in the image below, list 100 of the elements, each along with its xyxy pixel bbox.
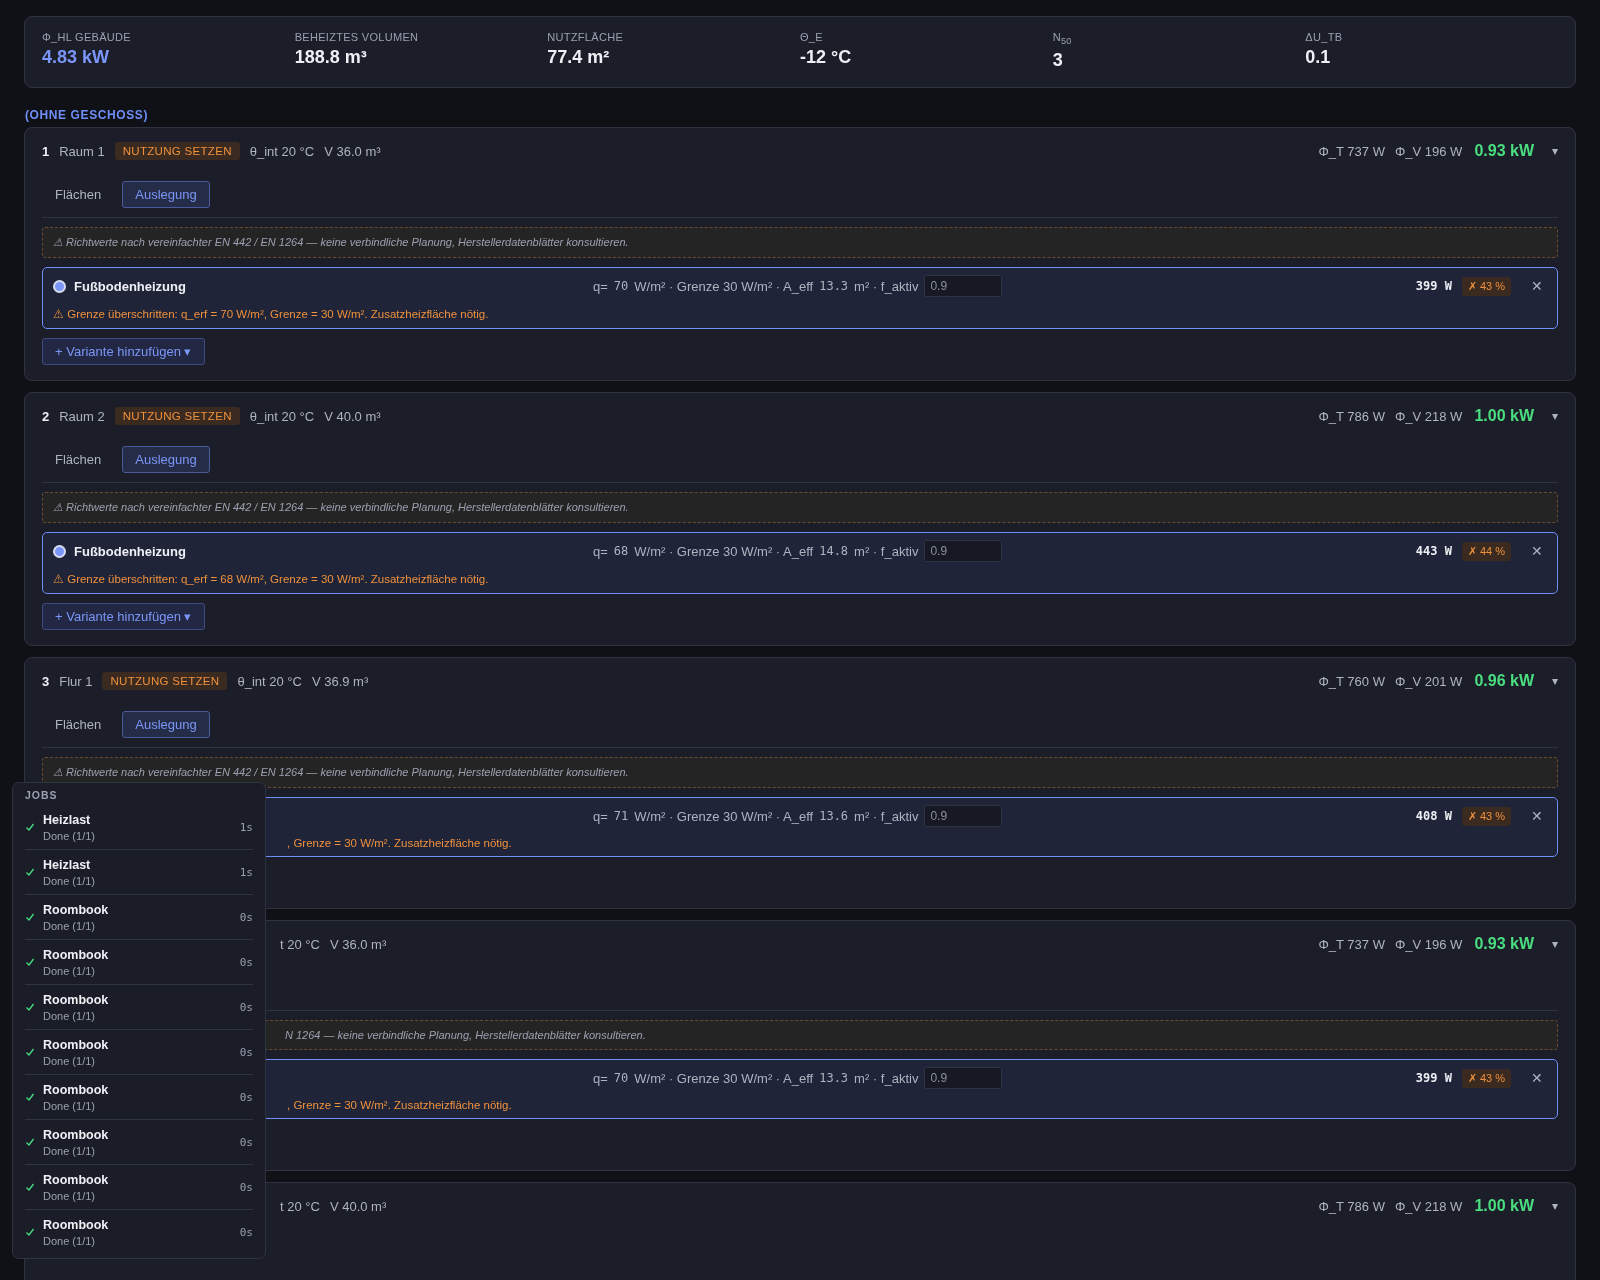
info-text: N 1264 — keine verbindliche Planung, Herstellerdatenblätter konsultieren. bbox=[285, 1029, 646, 1042]
expand-toggle[interactable]: ▾ bbox=[1544, 1199, 1558, 1214]
ventilation-loss: Φ_V 218 W bbox=[1394, 408, 1463, 424]
transmission-loss: Φ_T 760 W bbox=[1318, 673, 1385, 689]
limit-text: W/m² · Grenze 30 W/m² · A_eff bbox=[634, 808, 814, 824]
room-number: 3 bbox=[42, 673, 50, 689]
stat-label: NUTZFLÄCHE bbox=[547, 31, 625, 43]
room-heat-load: 1.00 kW bbox=[1474, 407, 1534, 426]
job-status: Done (1/1) bbox=[43, 874, 96, 887]
close-button[interactable]: ✕ bbox=[1527, 808, 1547, 825]
room-heat-load: 0.93 kW bbox=[1474, 935, 1534, 954]
job-status: Done (1/1) bbox=[43, 1099, 96, 1112]
expand-toggle[interactable]: ▾ bbox=[1544, 409, 1558, 424]
radio-button[interactable] bbox=[53, 544, 66, 558]
usage-button[interactable]: NUTZUNG SETZEN bbox=[114, 142, 240, 161]
close-button[interactable]: ✕ bbox=[1527, 278, 1547, 295]
usage-button[interactable]: NUTZUNG SETZEN bbox=[114, 407, 240, 426]
usage-button[interactable]: NUTZUNG SETZEN bbox=[102, 672, 228, 691]
check-icon bbox=[25, 1002, 35, 1012]
job-status: Done (1/1) bbox=[43, 829, 96, 842]
area-value: 13.3 bbox=[819, 1071, 849, 1086]
room-temperature: t 20 °C bbox=[280, 936, 320, 952]
tab[interactable]: Flächen bbox=[42, 180, 115, 208]
room-heat-load: 0.96 kW bbox=[1474, 672, 1534, 691]
limit-text: W/m² · Grenze 30 W/m² · A_eff bbox=[634, 543, 814, 559]
room-number: 2 bbox=[42, 408, 50, 424]
expand-toggle[interactable]: ▾ bbox=[1544, 144, 1558, 159]
job-duration: 0s bbox=[239, 955, 253, 969]
job-name: Heizlast bbox=[43, 857, 92, 872]
room-name: Raum 2 bbox=[59, 408, 105, 424]
factor-input[interactable]: 0.9 bbox=[924, 805, 1003, 828]
q-label: q= bbox=[593, 278, 608, 294]
job-name: Roombook bbox=[43, 992, 110, 1007]
check-icon bbox=[25, 1092, 35, 1102]
room-volume: V 40.0 m³ bbox=[329, 1198, 387, 1214]
add-variant-button[interactable]: + Variante hinzufügen ▾ bbox=[42, 603, 205, 631]
q-label: q= bbox=[593, 1070, 608, 1086]
factor-label: m² · f_aktiv bbox=[854, 1070, 919, 1086]
info-text: ⚠ Richtwerte nach vereinfachter EN 442 / EN 1264 — keine verbindliche Planung, Herstellerdatenblätter konsultieren. bbox=[53, 501, 630, 515]
q-label: q= bbox=[593, 543, 608, 559]
job-duration: 0s bbox=[239, 1225, 253, 1239]
job-duration: 0s bbox=[239, 1090, 253, 1104]
room-temperature: t 20 °C bbox=[280, 1198, 320, 1214]
stat-label: BEHEIZTES VOLUMEN bbox=[294, 31, 420, 43]
job-status: Done (1/1) bbox=[43, 1009, 96, 1022]
tab[interactable]: Flächen bbox=[42, 710, 115, 738]
radio-button[interactable] bbox=[53, 279, 66, 293]
info-text: ⚠ Richtwerte nach vereinfachter EN 442 / EN 1264 — keine verbindliche Planung, Herstellerdatenblätter konsultieren. bbox=[53, 766, 630, 780]
job-status: Done (1/1) bbox=[43, 1189, 96, 1202]
stat-label: ΔU_TB bbox=[1305, 31, 1344, 43]
factor-input[interactable]: 0.9 bbox=[924, 275, 1003, 298]
factor-label: m² · f_aktiv bbox=[854, 543, 919, 559]
expand-toggle[interactable]: ▾ bbox=[1544, 937, 1558, 952]
stat-value: 4.83 kW bbox=[42, 47, 111, 68]
room-name: Flur 1 bbox=[59, 673, 93, 689]
factor-label: m² · f_aktiv bbox=[854, 278, 919, 294]
coverage-badge: ✗ 43 % bbox=[1461, 806, 1511, 826]
coverage-badge: ✗ 44 % bbox=[1461, 541, 1511, 561]
job-name: Roombook bbox=[43, 1037, 110, 1052]
job-duration: 0s bbox=[239, 1000, 253, 1014]
variant-power: 399 W bbox=[1415, 1071, 1452, 1086]
warning-text: ⚠ Grenze überschritten: q_erf = 70 W/m², Grenze = 30 W/m². Zusatzheizfläche nötig. bbox=[53, 307, 490, 322]
stat-value: 3 bbox=[1052, 50, 1064, 72]
tab[interactable]: Auslegung bbox=[122, 445, 210, 473]
check-icon bbox=[25, 1227, 35, 1237]
room-volume: V 36.9 m³ bbox=[311, 673, 369, 689]
check-icon bbox=[25, 1047, 35, 1057]
job-duration: 0s bbox=[239, 1135, 253, 1149]
transmission-loss: Φ_T 786 W bbox=[1318, 1198, 1385, 1214]
variant-title: Fußbodenheizung bbox=[74, 278, 186, 294]
tab[interactable]: Auslegung bbox=[122, 710, 210, 738]
factor-input[interactable]: 0.9 bbox=[924, 540, 1003, 563]
add-variant-button[interactable]: + Variante hinzufügen ▾ bbox=[42, 338, 205, 366]
stat-value: 0.1 bbox=[1305, 47, 1332, 68]
q-value: 70 bbox=[613, 1071, 629, 1086]
tab[interactable]: Flächen bbox=[42, 445, 115, 473]
warning-text: , Grenze = 30 W/m². Zusatzheizfläche nötig. bbox=[287, 837, 512, 850]
room-number: 1 bbox=[42, 143, 50, 159]
section-heading: (OHNE GESCHOSS) bbox=[25, 108, 149, 123]
room-temperature: θ_int 20 °C bbox=[237, 673, 302, 689]
expand-toggle[interactable]: ▾ bbox=[1544, 674, 1558, 689]
tab[interactable]: Auslegung bbox=[122, 180, 210, 208]
transmission-loss: Φ_T 786 W bbox=[1318, 408, 1385, 424]
q-label: q= bbox=[593, 808, 608, 824]
job-status: Done (1/1) bbox=[43, 1054, 96, 1067]
check-icon bbox=[25, 957, 35, 967]
job-name: Roombook bbox=[43, 1127, 110, 1142]
stat-value: 77.4 m² bbox=[547, 47, 611, 68]
job-duration: 1s bbox=[239, 865, 253, 879]
variant-title: Fußbodenheizung bbox=[74, 543, 186, 559]
limit-text: W/m² · Grenze 30 W/m² · A_eff bbox=[634, 278, 814, 294]
close-button[interactable]: ✕ bbox=[1527, 543, 1547, 560]
coverage-badge: ✗ 43 % bbox=[1461, 276, 1511, 296]
room-temperature: θ_int 20 °C bbox=[249, 143, 315, 159]
factor-input[interactable]: 0.9 bbox=[924, 1067, 1003, 1090]
job-name: Roombook bbox=[43, 1082, 110, 1097]
room-heat-load: 0.93 kW bbox=[1474, 142, 1534, 161]
close-button[interactable]: ✕ bbox=[1527, 1070, 1547, 1087]
job-name: Roombook bbox=[43, 1172, 110, 1187]
check-icon bbox=[25, 867, 35, 877]
